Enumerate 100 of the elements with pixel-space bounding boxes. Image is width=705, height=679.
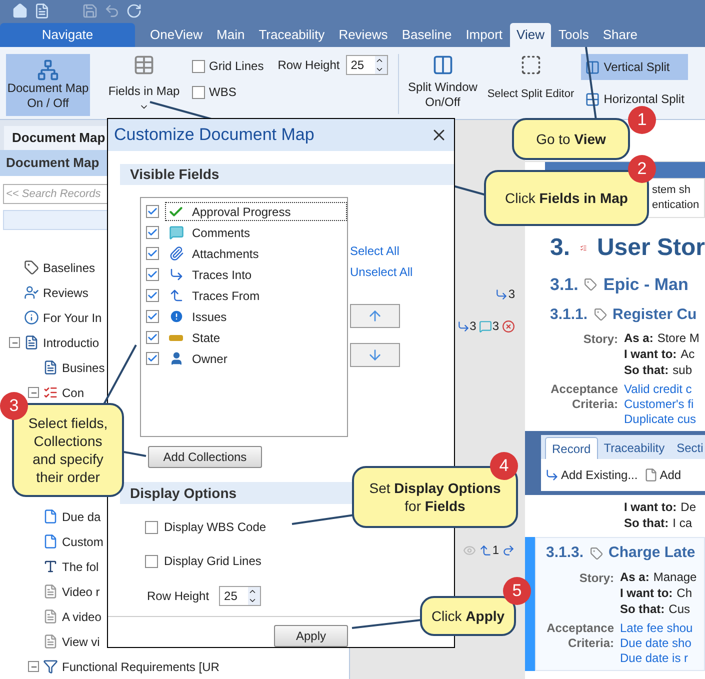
tree-item[interactable]: View vi	[62, 632, 100, 650]
spin-arrows-icon	[248, 587, 260, 605]
checkbox[interactable]	[146, 289, 159, 302]
navigate-button[interactable]: Navigate	[0, 23, 135, 47]
checkbox[interactable]	[146, 310, 159, 324]
checkbox[interactable]	[145, 520, 158, 534]
ribbon-tab[interactable]: Main	[210, 23, 252, 47]
tree-item[interactable]: Functional Requirements [UR	[62, 658, 220, 676]
tree-item[interactable]: Due da	[62, 508, 101, 526]
select-split-editor-button[interactable]: Select Split Editor	[484, 54, 577, 116]
expander-icon[interactable]	[28, 387, 39, 398]
ribbon-tab[interactable]: Share	[596, 23, 645, 47]
record-tab[interactable]: Record	[545, 437, 598, 459]
document-map-toggle[interactable]: Document Map On / Off	[6, 54, 90, 116]
criteria-link[interactable]: Duplicate cus	[624, 412, 696, 427]
eye-icon	[463, 544, 476, 556]
tree-item[interactable]: Introductio	[43, 334, 100, 352]
fields-in-map-button[interactable]: Fields in Map	[104, 54, 184, 116]
add-collections-button[interactable]: Add Collections	[148, 446, 262, 468]
checkbox[interactable]	[146, 226, 159, 240]
split-window-button[interactable]: Split Window On/Off	[404, 54, 481, 116]
checkbox[interactable]	[146, 205, 159, 218]
expander-icon[interactable]	[28, 661, 39, 672]
select-link[interactable]: Select All	[350, 242, 413, 264]
criteria-link[interactable]: Due date is r	[620, 650, 693, 666]
toolbar-button[interactable]: Add Existing...	[545, 466, 638, 484]
checkbox[interactable]	[146, 268, 159, 282]
trace-arrow-icon	[456, 320, 470, 332]
comment-icon	[479, 320, 492, 332]
tree-item[interactable]: A video	[62, 608, 102, 626]
story-field-value: sub	[672, 362, 692, 378]
page-icon	[644, 468, 658, 482]
record-tab[interactable]: Traceability	[598, 437, 671, 459]
tree-item[interactable]: Custom	[62, 532, 104, 550]
tree-item[interactable]: The fol	[62, 558, 99, 576]
document-icon[interactable]	[34, 3, 50, 19]
home-icon[interactable]	[12, 3, 28, 19]
row-height-label: Row Height	[147, 588, 210, 605]
checkbox[interactable]	[146, 331, 159, 344]
funnel-icon	[43, 659, 58, 674]
select-link[interactable]: Unselect All	[350, 263, 413, 284]
tree-item[interactable]: Con	[62, 384, 84, 402]
checkbox[interactable]	[145, 554, 158, 568]
epic-title[interactable]: Epic - Man	[603, 272, 688, 298]
story-field-value: Cus	[668, 600, 690, 616]
refresh-icon[interactable]	[126, 3, 142, 19]
move-down-button[interactable]	[350, 343, 400, 368]
story-title[interactable]: Charge Late	[608, 542, 696, 564]
criteria-label: Acceptance Criteria:	[546, 620, 614, 652]
field-item[interactable]: Traces Into	[146, 264, 347, 286]
note-icon	[43, 609, 58, 624]
trace-count: 1	[492, 542, 499, 559]
tree-item[interactable]: For Your In	[43, 308, 102, 326]
ribbon-tab[interactable]: Reviews	[332, 23, 395, 47]
checkbox[interactable]	[192, 60, 205, 72]
row-height-spinner[interactable]: 25	[219, 586, 262, 606]
option-label: Display WBS Code	[164, 519, 266, 536]
ribbon-tab[interactable]: View	[510, 23, 552, 47]
down-arrow-icon	[367, 347, 383, 364]
tree-item[interactable]: Reviews	[43, 284, 88, 302]
story-title[interactable]: Register Cu	[612, 304, 697, 326]
tree-item[interactable]: Busines	[62, 358, 105, 376]
checkbox[interactable]	[146, 352, 159, 366]
field-label: Comments	[192, 224, 250, 242]
ribbon-tab[interactable]: Baseline	[394, 23, 459, 47]
ribbon-tab[interactable]: Import	[458, 23, 510, 47]
record-tab[interactable]: Secti	[670, 437, 705, 459]
tree-item[interactable]: Baselines	[43, 258, 96, 276]
row-height-spinner[interactable]: 25	[346, 55, 388, 75]
criteria-link[interactable]: Valid credit c	[624, 382, 696, 397]
story-label: Story:	[582, 331, 618, 348]
split-mode-button[interactable]: Vertical Split	[580, 54, 688, 80]
criteria-link[interactable]: Due date sho	[620, 636, 693, 650]
toolbar-button[interactable]: Add	[644, 466, 682, 484]
story-field-label: I want to:	[620, 584, 673, 600]
checkbox[interactable]	[146, 247, 159, 260]
document-icon	[24, 335, 39, 350]
criteria-link[interactable]: Customer's fi	[624, 397, 696, 412]
field-item[interactable]: Owner	[146, 348, 347, 370]
tree-item[interactable]: Video r	[62, 582, 100, 600]
checkbox-label: Grid Lines	[209, 58, 264, 75]
option-label: Display Grid Lines	[164, 553, 262, 570]
checkbox[interactable]	[192, 86, 205, 98]
field-item[interactable]: Attachments	[146, 243, 347, 264]
field-item[interactable]: Issues	[146, 306, 347, 328]
criteria-link[interactable]: Late fee shou	[620, 620, 693, 636]
ribbon-tab[interactable]: Tools	[551, 23, 596, 47]
rejected-icon	[502, 320, 515, 332]
field-item[interactable]: Comments	[146, 222, 347, 244]
ribbon-tab[interactable]: Traceability	[252, 23, 332, 47]
field-item[interactable]: State	[146, 327, 347, 348]
user-icon	[168, 351, 184, 366]
expander-icon[interactable]	[9, 337, 20, 348]
field-item[interactable]: Traces From	[146, 285, 347, 306]
move-up-button[interactable]	[350, 304, 400, 328]
ribbon-tab[interactable]: OneView	[143, 23, 210, 47]
grid-icon	[133, 54, 155, 76]
trace-count: 3	[470, 318, 476, 335]
apply-button[interactable]: Apply	[274, 625, 348, 647]
split-window-icon	[432, 54, 454, 76]
